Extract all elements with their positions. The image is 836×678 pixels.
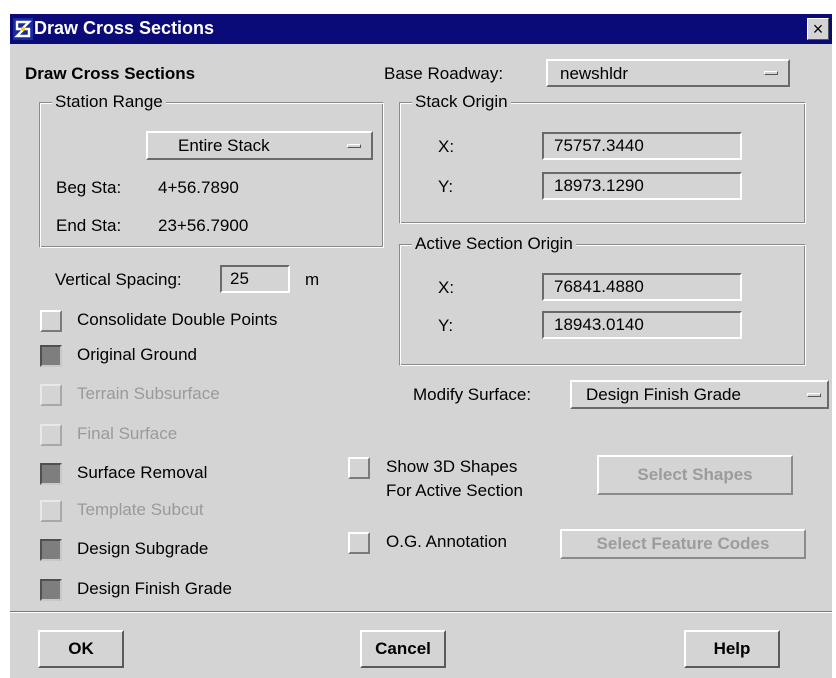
base-roadway-value: newshldr xyxy=(560,64,629,83)
active-origin-legend: Active Section Origin xyxy=(412,234,576,254)
stack-origin-y-field[interactable]: 18973.1290 xyxy=(542,172,742,200)
template-subcut-checkbox[interactable] xyxy=(40,500,62,522)
modify-surface-select[interactable]: Design Finish Grade xyxy=(570,380,829,409)
design-finish-grade-checkbox[interactable] xyxy=(40,579,62,601)
select-feature-codes-button[interactable]: Select Feature Codes xyxy=(560,529,806,559)
design-subgrade-label: Design Subgrade xyxy=(77,539,209,558)
base-roadway-select[interactable]: newshldr xyxy=(546,59,790,87)
option-menu-indicator-icon xyxy=(764,71,778,75)
close-button[interactable]: × xyxy=(807,18,829,40)
title-bar[interactable]: Draw Cross Sections × xyxy=(10,14,832,44)
app-logo-icon xyxy=(13,18,33,40)
terrain-subsurface-label: Terrain Subsurface xyxy=(77,384,220,403)
ok-button[interactable]: OK xyxy=(38,630,124,668)
window-title: Draw Cross Sections xyxy=(34,18,215,38)
stack-origin-y-label: Y: xyxy=(438,177,454,196)
end-sta-label: End Sta: xyxy=(56,216,122,235)
active-origin-y-label: Y: xyxy=(438,316,454,335)
template-subcut-label: Template Subcut xyxy=(77,500,204,519)
stack-origin-legend: Stack Origin xyxy=(412,92,511,112)
modify-surface-value: Design Finish Grade xyxy=(586,385,741,404)
stack-origin-group xyxy=(399,102,806,224)
final-surface-label: Final Surface xyxy=(77,424,178,443)
original-ground-label: Original Ground xyxy=(77,345,198,364)
stack-origin-x-label: X: xyxy=(438,137,455,156)
consolidate-double-points-label: Consolidate Double Points xyxy=(77,310,278,329)
modify-surface-label: Modify Surface: xyxy=(413,385,532,404)
option-menu-indicator-icon xyxy=(347,143,361,148)
vertical-spacing-field[interactable]: 25 xyxy=(220,265,290,293)
dialog-heading: Draw Cross Sections xyxy=(25,64,196,83)
show-3d-shapes-label-line1: Show 3D Shapes xyxy=(386,457,518,476)
og-annotation-label: O.G. Annotation xyxy=(386,532,507,551)
original-ground-checkbox[interactable] xyxy=(40,345,62,367)
help-button[interactable]: Help xyxy=(684,630,780,668)
vertical-spacing-label: Vertical Spacing: xyxy=(55,270,182,289)
surface-removal-checkbox[interactable] xyxy=(40,463,62,485)
stack-origin-x-field[interactable]: 75757.3440 xyxy=(542,132,742,160)
og-annotation-checkbox[interactable] xyxy=(348,532,370,554)
button-bar-separator xyxy=(10,611,832,613)
station-range-mode-select[interactable]: Entire Stack xyxy=(146,131,373,160)
design-subgrade-checkbox[interactable] xyxy=(40,539,62,561)
active-origin-x-label: X: xyxy=(438,278,455,297)
show-3d-shapes-checkbox[interactable] xyxy=(348,457,370,479)
final-surface-checkbox[interactable] xyxy=(40,424,62,446)
dialog-window: Draw Cross Sections × Draw Cross Section… xyxy=(9,13,832,678)
station-range-legend: Station Range xyxy=(52,92,166,112)
active-origin-y-field[interactable]: 18943.0140 xyxy=(542,311,742,339)
active-origin-x-field[interactable]: 76841.4880 xyxy=(542,273,742,301)
surface-removal-label: Surface Removal xyxy=(77,463,208,482)
beg-sta-value: 4+56.7890 xyxy=(158,178,239,197)
station-range-mode-value: Entire Stack xyxy=(178,136,270,155)
design-finish-grade-label: Design Finish Grade xyxy=(77,579,232,598)
cancel-button[interactable]: Cancel xyxy=(360,630,446,668)
select-shapes-button[interactable]: Select Shapes xyxy=(597,455,793,495)
end-sta-value: 23+56.7900 xyxy=(158,216,249,235)
consolidate-double-points-checkbox[interactable] xyxy=(40,310,62,332)
active-origin-group xyxy=(399,244,806,366)
base-roadway-label: Base Roadway: xyxy=(384,64,504,83)
show-3d-shapes-label-line2: For Active Section xyxy=(386,481,524,500)
option-menu-indicator-icon xyxy=(807,392,821,397)
vertical-spacing-unit: m xyxy=(305,270,320,289)
beg-sta-label: Beg Sta: xyxy=(56,178,122,197)
terrain-subsurface-checkbox[interactable] xyxy=(40,384,62,406)
